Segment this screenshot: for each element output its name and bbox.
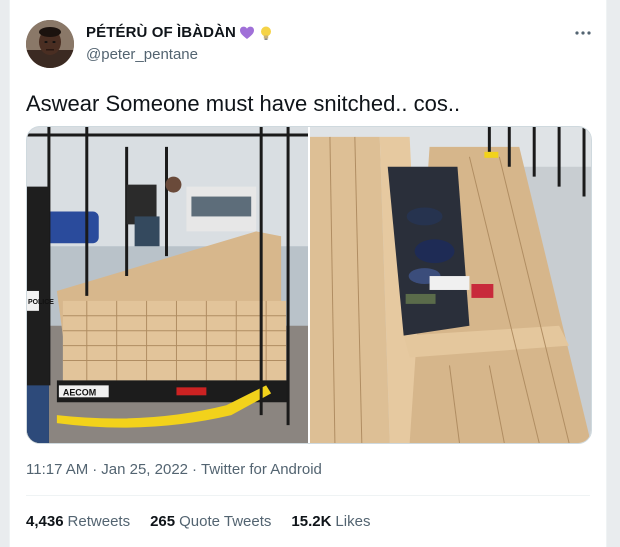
tweet-source[interactable]: Twitter for Android — [201, 461, 322, 478]
meta-separator: · — [92, 461, 98, 478]
tweet-text: Aswear Someone must have snitched.. cos.… — [26, 91, 461, 116]
display-name[interactable]: PÉTÉRÙ OF ÌBÀDÀN — [86, 24, 236, 41]
divider — [26, 495, 590, 496]
avatar[interactable] — [26, 20, 74, 68]
quote-tweets-stat[interactable]: 265 Quote Tweets — [150, 513, 271, 530]
tweet-time[interactable]: 11:17 AM — [26, 461, 88, 478]
photo-text-aecom: AECOM — [63, 387, 96, 397]
likes-label: Likes — [335, 513, 371, 530]
retweets-label: Retweets — [67, 513, 131, 530]
name-row: PÉTÉRÙ OF ÌBÀDÀN — [86, 24, 274, 41]
more-horizontal-icon[interactable] — [572, 22, 594, 44]
media-grid: AECOM POLICE — [26, 126, 592, 444]
user-handle[interactable]: @peter_pentane — [86, 46, 198, 63]
photo-truck-lumber[interactable]: AECOM POLICE — [27, 127, 308, 443]
purple-heart-icon — [239, 26, 254, 39]
tweet-stats: 4,436 Retweets 265 Quote Tweets 15.2K Li… — [26, 513, 370, 530]
photo-text-police: POLICE — [28, 299, 54, 306]
light-bulb-icon — [260, 26, 271, 40]
meta-separator: · — [192, 461, 198, 478]
quote-label: Quote Tweets — [179, 513, 272, 530]
tweet-date[interactable]: Jan 25, 2022 — [101, 461, 188, 478]
tweet-card: PÉTÉRÙ OF ÌBÀDÀN @peter_pentane Aswear S… — [9, 0, 607, 547]
photo-hidden-compartment[interactable] — [310, 127, 591, 443]
likes-count: 15.2K — [291, 513, 332, 530]
quote-count: 265 — [150, 513, 176, 530]
likes-stat[interactable]: 15.2K Likes — [291, 513, 370, 530]
retweets-stat[interactable]: 4,436 Retweets — [26, 513, 130, 530]
tweet-meta: 11:17 AM · Jan 25, 2022 · Twitter for An… — [26, 461, 322, 478]
retweets-count: 4,436 — [26, 513, 64, 530]
